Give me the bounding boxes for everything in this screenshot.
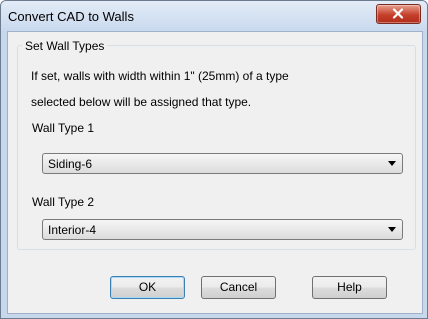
window-title: Convert CAD to Walls: [8, 9, 134, 24]
close-icon: [392, 8, 404, 19]
dialog-window: Convert CAD to Walls Set Wall Types If s…: [0, 0, 428, 319]
title-bar[interactable]: Convert CAD to Walls: [1, 1, 427, 31]
chevron-down-icon: [388, 227, 396, 232]
cancel-button[interactable]: Cancel: [201, 276, 276, 299]
wall-type-2-dropdown[interactable]: Interior-4: [42, 219, 403, 240]
wall-type-1-value: Siding-6: [48, 157, 93, 171]
wall-type-1-dropdown[interactable]: Siding-6: [42, 153, 403, 174]
wall-type-1-label: Wall Type 1: [32, 121, 95, 135]
wall-type-2-label: Wall Type 2: [32, 195, 95, 209]
ok-button[interactable]: OK: [110, 276, 185, 299]
help-button[interactable]: Help: [312, 276, 387, 299]
dialog-body: Set Wall Types If set, walls with width …: [7, 31, 423, 314]
info-text-line-1: If set, walls with width within 1" (25mm…: [31, 69, 289, 83]
close-button[interactable]: [376, 4, 421, 24]
chevron-down-icon: [388, 161, 396, 166]
info-text-line-2: selected below will be assigned that typ…: [31, 95, 252, 109]
wall-type-2-value: Interior-4: [48, 223, 97, 237]
group-title: Set Wall Types: [22, 39, 108, 53]
